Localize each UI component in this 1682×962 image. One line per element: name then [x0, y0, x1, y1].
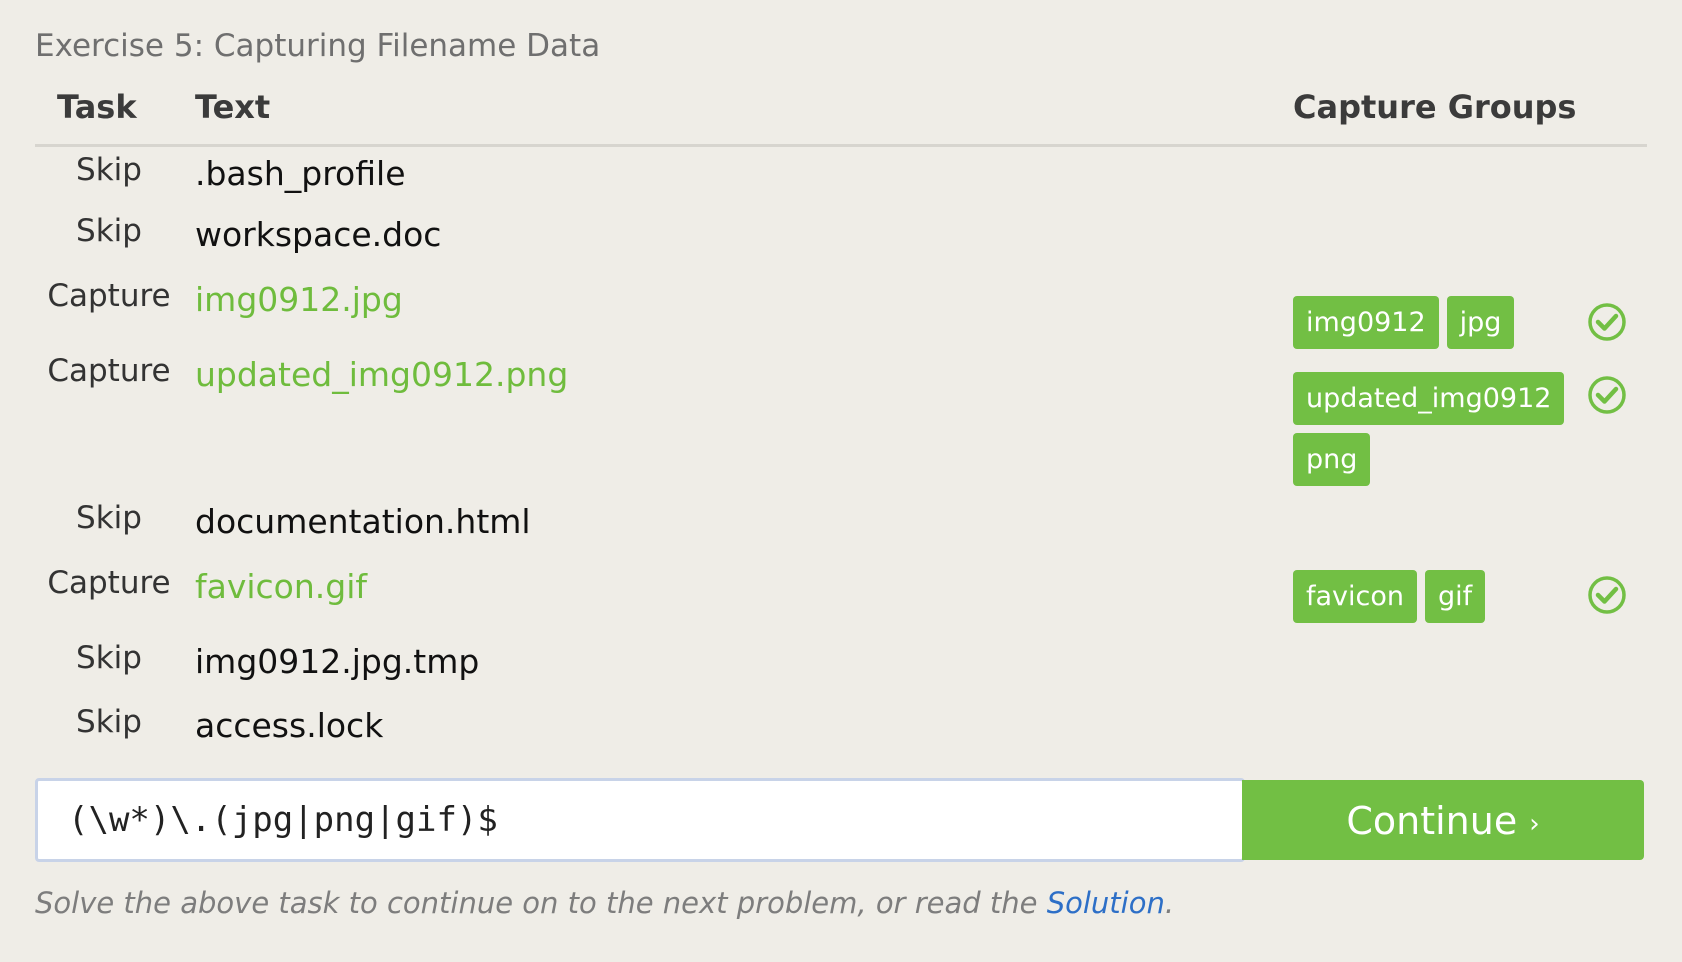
row-text: workspace.doc: [195, 215, 442, 254]
capture-groups: favicon gif: [1293, 570, 1573, 623]
row-text: updated_img0912.png: [195, 355, 569, 394]
capture-group-chip: favicon: [1293, 570, 1418, 623]
header-task: Task: [57, 88, 137, 126]
capture-group-chip: img0912: [1293, 296, 1439, 349]
row-text: favicon.gif: [195, 567, 368, 606]
capture-groups: updated_img0912 png: [1293, 372, 1573, 486]
answer-row: Continue ›: [35, 778, 1645, 862]
check-circle-icon: [1588, 576, 1626, 614]
task-label: Capture: [47, 278, 171, 314]
task-label: Skip: [76, 500, 142, 536]
row-text: .bash_profile: [195, 154, 406, 193]
hint-suffix: .: [1164, 886, 1175, 920]
check-circle-icon: [1588, 376, 1626, 414]
capture-group-chip: png: [1293, 433, 1371, 486]
row-text: img0912.jpg.tmp: [195, 642, 480, 681]
task-label: Skip: [76, 640, 142, 676]
hint-text: Solve the above task to continue on to t…: [35, 886, 1174, 920]
exercise-title: Exercise 5: Capturing Filename Data: [35, 28, 601, 64]
regex-input[interactable]: [35, 778, 1245, 862]
table-header: Task Text Capture Groups: [35, 88, 1647, 147]
row-text: documentation.html: [195, 502, 531, 541]
continue-button[interactable]: Continue ›: [1242, 780, 1644, 860]
header-capture-groups: Capture Groups: [1293, 88, 1577, 126]
capture-groups: img0912 jpg: [1293, 296, 1573, 349]
continue-label: Continue: [1346, 799, 1518, 843]
row-text: access.lock: [195, 706, 384, 745]
hint-prefix: Solve the above task to continue on to t…: [35, 886, 1047, 920]
task-label: Skip: [76, 213, 142, 249]
capture-group-chip: gif: [1425, 570, 1486, 623]
task-label: Skip: [76, 704, 142, 740]
header-text: Text: [195, 88, 271, 126]
row-text: img0912.jpg: [195, 280, 403, 319]
chevron-right-icon: ›: [1529, 808, 1540, 839]
check-circle-icon: [1588, 303, 1626, 341]
task-label: Capture: [47, 565, 171, 601]
task-label: Capture: [47, 353, 171, 389]
task-label: Skip: [76, 152, 142, 188]
capture-group-chip: updated_img0912: [1293, 372, 1565, 425]
capture-group-chip: jpg: [1446, 296, 1515, 349]
solution-link[interactable]: Solution: [1047, 886, 1165, 920]
